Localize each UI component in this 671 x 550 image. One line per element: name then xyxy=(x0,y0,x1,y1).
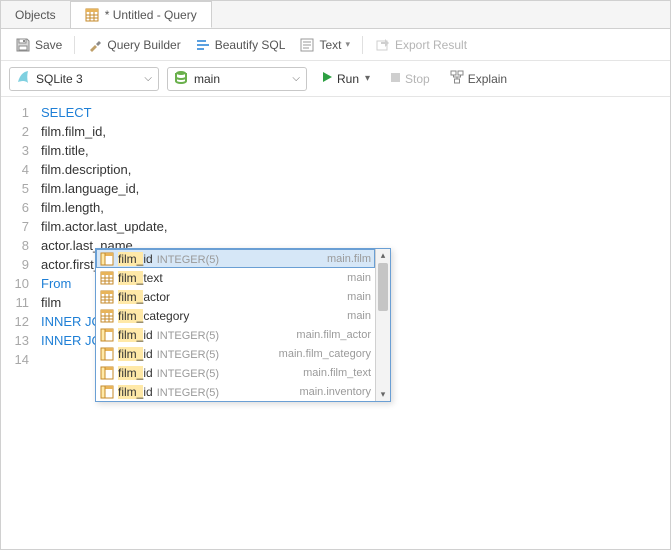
column-icon xyxy=(100,252,114,266)
code-line[interactable]: film.language_id, xyxy=(41,179,670,198)
run-bar: SQLite 3 ⌵ main ⌵ Run ▾ Stop Explain xyxy=(1,61,670,97)
autocomplete-item[interactable]: film_category main xyxy=(96,306,375,325)
item-scope: main xyxy=(347,291,371,303)
code-line[interactable]: film.actor.last_update, xyxy=(41,217,670,236)
schema-select[interactable]: main ⌵ xyxy=(167,67,307,91)
database-icon xyxy=(174,70,188,87)
column-icon xyxy=(100,366,114,380)
beautify-label: Beautify SQL xyxy=(215,38,286,52)
item-scope: main.inventory xyxy=(299,386,371,398)
chevron-down-icon: ⌵ xyxy=(292,73,300,84)
code-line[interactable]: film.title, xyxy=(41,141,670,160)
autocomplete-item[interactable]: film_text main xyxy=(96,268,375,287)
item-name: film_idINTEGER(5) xyxy=(118,328,292,342)
code-line[interactable]: SELECT xyxy=(41,103,670,122)
tab-objects[interactable]: Objects xyxy=(1,1,71,28)
code-line[interactable]: film.length, xyxy=(41,198,670,217)
schema-label: main xyxy=(194,72,220,86)
item-name: film_text xyxy=(118,271,343,285)
item-name: film_actor xyxy=(118,290,343,304)
scroll-up-icon[interactable]: ▴ xyxy=(376,250,390,261)
beautify-icon xyxy=(195,37,211,53)
text-label: Text xyxy=(319,38,341,52)
table-icon xyxy=(85,8,99,22)
item-scope: main.film_actor xyxy=(296,329,371,341)
beautify-button[interactable]: Beautify SQL xyxy=(189,34,292,56)
save-label: Save xyxy=(35,38,62,52)
autocomplete-item[interactable]: film_idINTEGER(5) main.film_text xyxy=(96,363,375,382)
tab-query[interactable]: * Untitled - Query xyxy=(71,1,212,28)
table-icon xyxy=(100,309,114,323)
item-name: film_idINTEGER(5) xyxy=(118,366,299,380)
query-builder-label: Query Builder xyxy=(107,38,180,52)
autocomplete-item[interactable]: film_idINTEGER(5) main.film_actor xyxy=(96,325,375,344)
column-icon xyxy=(100,347,114,361)
autocomplete-item[interactable]: film_idINTEGER(5) main.film_category xyxy=(96,344,375,363)
autocomplete-list[interactable]: film_idINTEGER(5)main.filmfilm_textmainf… xyxy=(96,249,375,401)
item-scope: main.film_text xyxy=(303,367,371,379)
query-builder-button[interactable]: Query Builder xyxy=(81,34,186,56)
scroll-down-icon[interactable]: ▾ xyxy=(376,389,390,400)
db-engine-select[interactable]: SQLite 3 ⌵ xyxy=(9,67,159,91)
tab-query-label: * Untitled - Query xyxy=(105,8,197,22)
column-icon xyxy=(100,385,114,399)
text-button[interactable]: Text ▾ xyxy=(293,34,356,56)
export-icon xyxy=(375,37,391,53)
item-scope: main xyxy=(347,272,371,284)
explain-button[interactable]: Explain xyxy=(444,67,513,90)
toolbar: Save Query Builder Beautify SQL Text ▾ E… xyxy=(1,29,670,61)
autocomplete-popup[interactable]: film_idINTEGER(5)main.filmfilm_textmainf… xyxy=(95,248,391,402)
save-icon xyxy=(15,37,31,53)
column-icon xyxy=(100,328,114,342)
run-button[interactable]: Run ▾ xyxy=(315,68,376,89)
text-icon xyxy=(299,37,315,53)
item-name: film_idINTEGER(5) xyxy=(118,347,275,361)
explain-icon xyxy=(450,70,464,87)
explain-label: Explain xyxy=(468,72,507,86)
line-gutter: 1234567891011121314 xyxy=(1,103,41,369)
run-label: Run xyxy=(337,72,359,86)
code-line[interactable]: film.film_id, xyxy=(41,122,670,141)
autocomplete-item[interactable]: film_idINTEGER(5) main.inventory xyxy=(96,382,375,401)
export-button: Export Result xyxy=(369,34,473,56)
tab-bar: Objects * Untitled - Query xyxy=(1,1,670,29)
separator xyxy=(362,36,363,54)
scroll-thumb[interactable] xyxy=(378,263,388,311)
chevron-down-icon: ▾ xyxy=(365,73,370,84)
item-name: film_idINTEGER(5) xyxy=(118,385,295,399)
item-scope: main.film xyxy=(327,253,371,265)
scrollbar[interactable]: ▴ ▾ xyxy=(375,249,390,401)
table-icon xyxy=(100,290,114,304)
code-line[interactable]: film.description, xyxy=(41,160,670,179)
stop-icon xyxy=(390,72,401,86)
sqlite-icon xyxy=(16,70,30,87)
autocomplete-item[interactable]: film_idINTEGER(5) main.film xyxy=(96,249,375,268)
item-scope: main xyxy=(347,310,371,322)
item-scope: main.film_category xyxy=(279,348,371,360)
export-label: Export Result xyxy=(395,38,467,52)
separator xyxy=(74,36,75,54)
hammer-icon xyxy=(87,37,103,53)
item-name: film_idINTEGER(5) xyxy=(118,252,323,266)
item-name: film_category xyxy=(118,309,343,323)
stop-button: Stop xyxy=(384,69,436,89)
tab-objects-label: Objects xyxy=(15,8,56,22)
db-engine-label: SQLite 3 xyxy=(36,72,83,86)
autocomplete-item[interactable]: film_actor main xyxy=(96,287,375,306)
chevron-down-icon: ▾ xyxy=(345,39,350,50)
save-button[interactable]: Save xyxy=(9,34,68,56)
table-icon xyxy=(100,271,114,285)
stop-label: Stop xyxy=(405,72,430,86)
play-icon xyxy=(321,71,333,86)
chevron-down-icon: ⌵ xyxy=(144,73,152,84)
